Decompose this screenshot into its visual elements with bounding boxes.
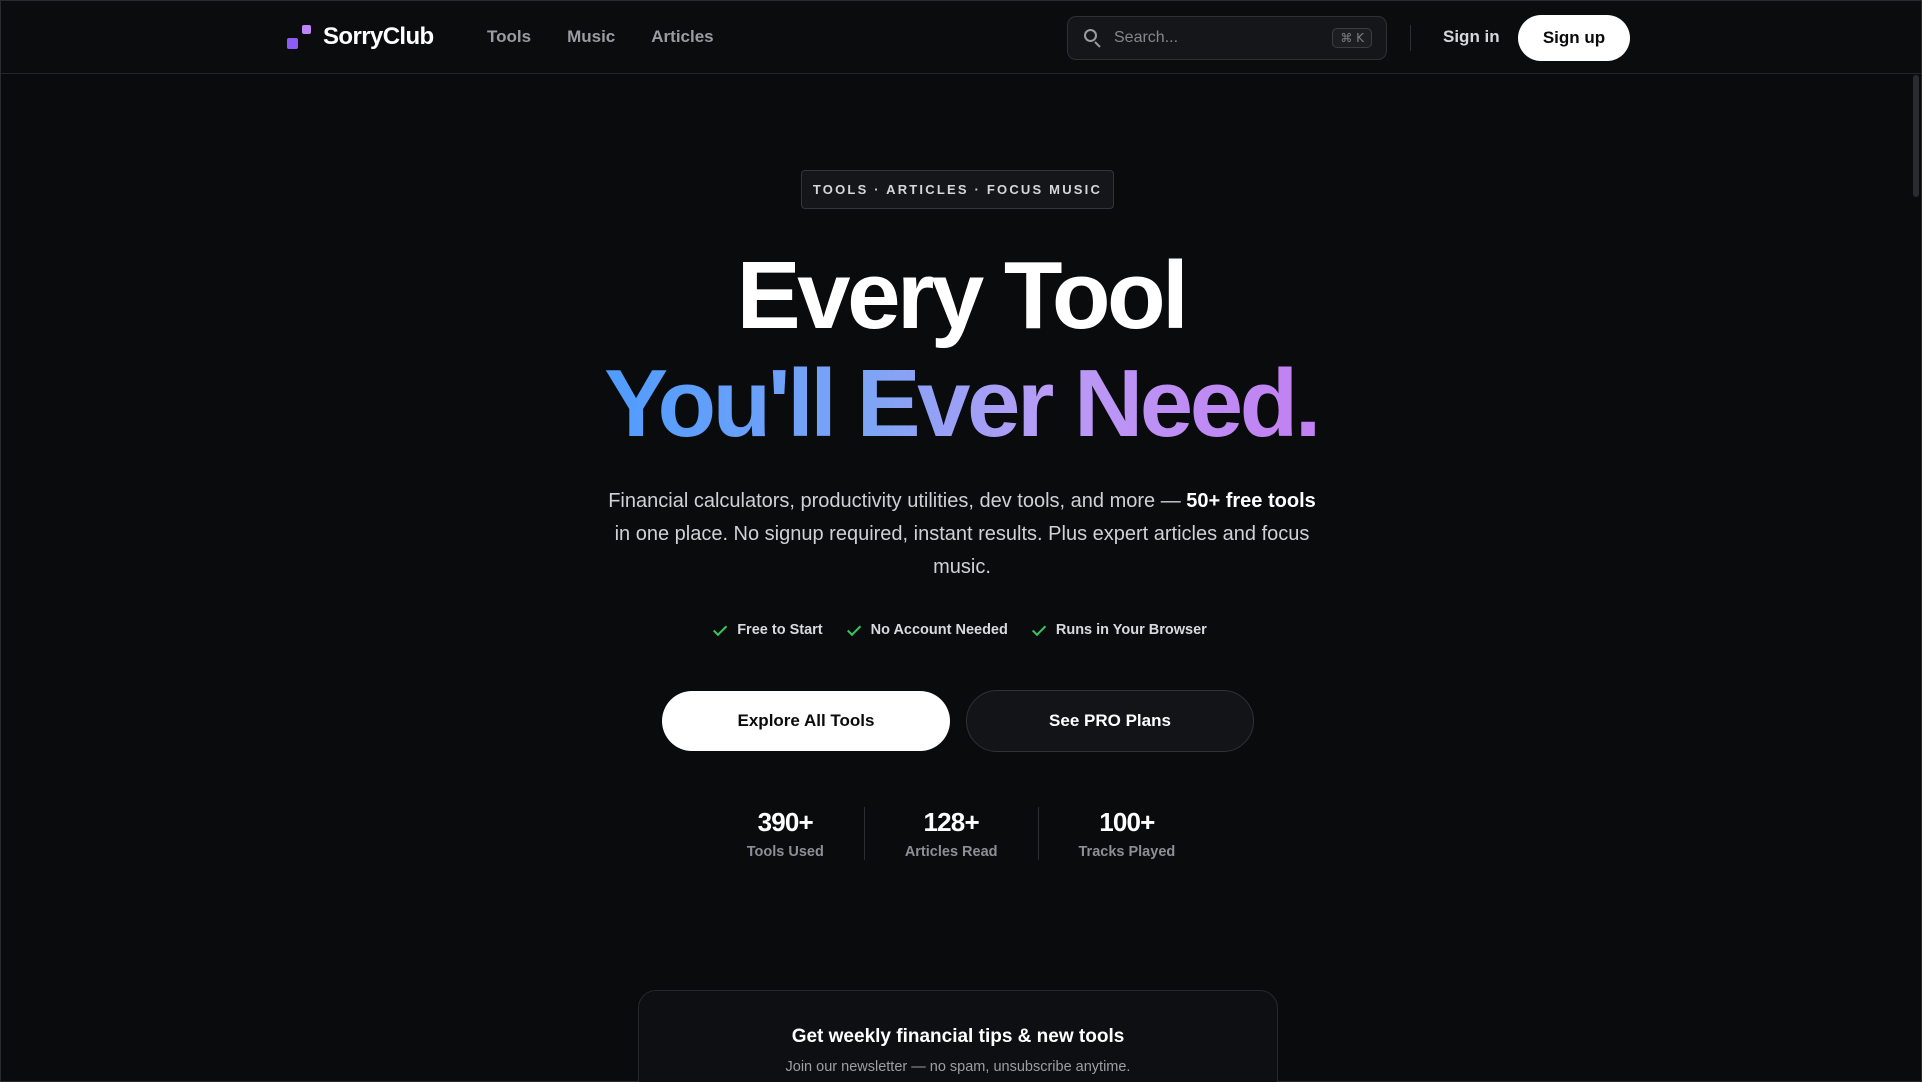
- sign-up-button[interactable]: Sign up: [1518, 15, 1630, 61]
- search-box[interactable]: ⌘ K: [1067, 16, 1387, 60]
- explore-all-tools-button[interactable]: Explore All Tools: [662, 691, 950, 751]
- feature-check-item: No Account Needed: [846, 621, 1008, 638]
- stat-value: 128+: [923, 807, 979, 837]
- hero-description: Financial calculators, productivity util…: [607, 485, 1317, 584]
- stat-articles-read: 128+ Articles Read: [865, 807, 1039, 860]
- feature-check-label: Runs in Your Browser: [1055, 622, 1207, 638]
- hero-eyebrow-badge: TOOLS · ARTICLES · FOCUS MUSIC: [801, 170, 1114, 209]
- see-pro-plans-button[interactable]: See PRO Plans: [966, 690, 1254, 752]
- checkmark-icon: [1031, 621, 1047, 636]
- hero-title-line1: Every Tool: [736, 242, 1189, 349]
- search-shortcut-badge: ⌘ K: [1332, 28, 1372, 48]
- page: SorryClub Tools Music Articles ⌘ K Sign …: [0, 0, 1922, 1082]
- hero-description-tail: in one place. No signup required, instan…: [614, 523, 1310, 578]
- hero-title-line2: You'll Ever Need.: [1, 356, 1921, 452]
- stat-label: Articles Read: [904, 844, 998, 860]
- newsletter-subtitle: Join our newsletter — no spam, unsubscri…: [785, 1059, 1131, 1075]
- feature-check-item: Runs in Your Browser: [1031, 621, 1207, 638]
- brand-name: SorryClub: [323, 23, 434, 50]
- checkmark-icon: [713, 621, 728, 636]
- checkmark-icon: [846, 621, 861, 636]
- newsletter-card: Get weekly financial tips & new tools Jo…: [638, 990, 1278, 1082]
- sign-in-link[interactable]: Sign in: [1443, 27, 1500, 47]
- nav-item-articles[interactable]: Articles: [651, 27, 713, 47]
- logo-mark-icon: [287, 25, 311, 49]
- stat-value: 390+: [757, 807, 814, 837]
- stat-value: 100+: [1099, 807, 1155, 837]
- hero-description-lead: Financial calculators, productivity util…: [608, 490, 1187, 512]
- feature-checklist: Free to Start No Account Needed Runs in …: [1, 621, 1921, 638]
- stat-tracks-played: 100+ Tracks Played: [1039, 807, 1216, 860]
- feature-check-label: Free to Start: [737, 622, 823, 638]
- search-input[interactable]: [1114, 29, 1333, 47]
- hero-description-highlight: 50+ free tools: [1186, 490, 1316, 512]
- header-divider: [1410, 25, 1411, 51]
- newsletter-title: Get weekly financial tips & new tools: [791, 1026, 1125, 1047]
- stat-label: Tools Used: [746, 844, 824, 860]
- nav-item-tools[interactable]: Tools: [487, 27, 531, 47]
- brand-logo[interactable]: SorryClub: [287, 23, 434, 51]
- feature-check-label: No Account Needed: [870, 622, 1008, 638]
- top-navbar: SorryClub Tools Music Articles ⌘ K Sign …: [1, 1, 1921, 74]
- main-nav: Tools Music Articles: [487, 27, 714, 47]
- stats-row: 390+ Tools Used 128+ Articles Read 100+ …: [1, 807, 1921, 860]
- nav-item-music[interactable]: Music: [567, 27, 615, 47]
- hero-title-gradient-text: You'll Ever Need.: [604, 350, 1321, 457]
- search-icon: [1084, 29, 1102, 48]
- stat-label: Tracks Played: [1078, 844, 1176, 860]
- page-scrollbar-thumb[interactable]: [1913, 75, 1919, 197]
- stat-tools-used: 390+ Tools Used: [707, 807, 865, 860]
- feature-check-item: Free to Start: [713, 621, 823, 638]
